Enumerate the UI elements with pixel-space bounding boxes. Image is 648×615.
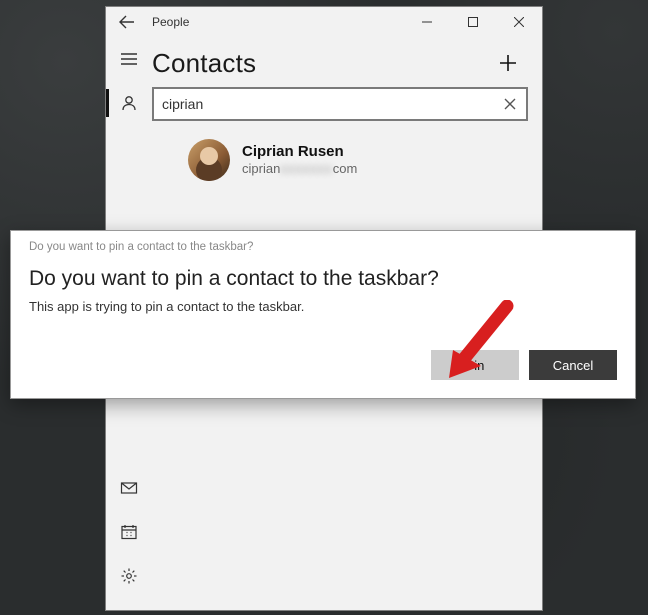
calendar-icon [120,523,138,541]
pin-button[interactable]: Pin [431,350,519,380]
x-icon [504,98,516,110]
hamburger-icon [120,50,138,68]
search-input[interactable] [154,89,494,119]
dialog-body: This app is trying to pin a contact to t… [29,299,617,314]
window-title: People [148,15,189,29]
plus-icon [498,53,518,73]
result-email: ciprianxxxxxxxcom [242,161,357,177]
mail-icon [120,479,138,497]
minimize-icon [422,17,432,27]
back-arrow-icon [119,14,135,30]
person-icon [120,94,138,112]
mail-nav[interactable] [106,466,152,510]
close-icon [514,17,524,27]
calendar-nav[interactable] [106,510,152,554]
clear-search-button[interactable] [494,89,526,119]
maximize-icon [468,17,478,27]
gear-icon [120,567,138,585]
search-box[interactable] [152,87,528,121]
minimize-button[interactable] [404,7,450,37]
contacts-nav[interactable] [106,81,152,125]
result-name: Ciprian Rusen [242,143,357,161]
settings-nav[interactable] [106,554,152,598]
add-contact-button[interactable] [488,43,528,83]
page-title: Contacts [152,48,488,79]
pin-confirmation-dialog: Do you want to pin a contact to the task… [10,230,636,399]
back-button[interactable] [106,7,148,37]
maximize-button[interactable] [450,7,496,37]
search-result-row[interactable]: Ciprian Rusen ciprianxxxxxxxcom [152,131,528,189]
hamburger-button[interactable] [106,37,152,81]
cancel-button[interactable]: Cancel [529,350,617,380]
avatar [188,139,230,181]
close-button[interactable] [496,7,542,37]
dialog-title: Do you want to pin a contact to the task… [29,267,617,291]
titlebar: People [106,7,542,37]
dialog-caption: Do you want to pin a contact to the task… [29,241,617,253]
desktop-background: People [0,0,648,615]
